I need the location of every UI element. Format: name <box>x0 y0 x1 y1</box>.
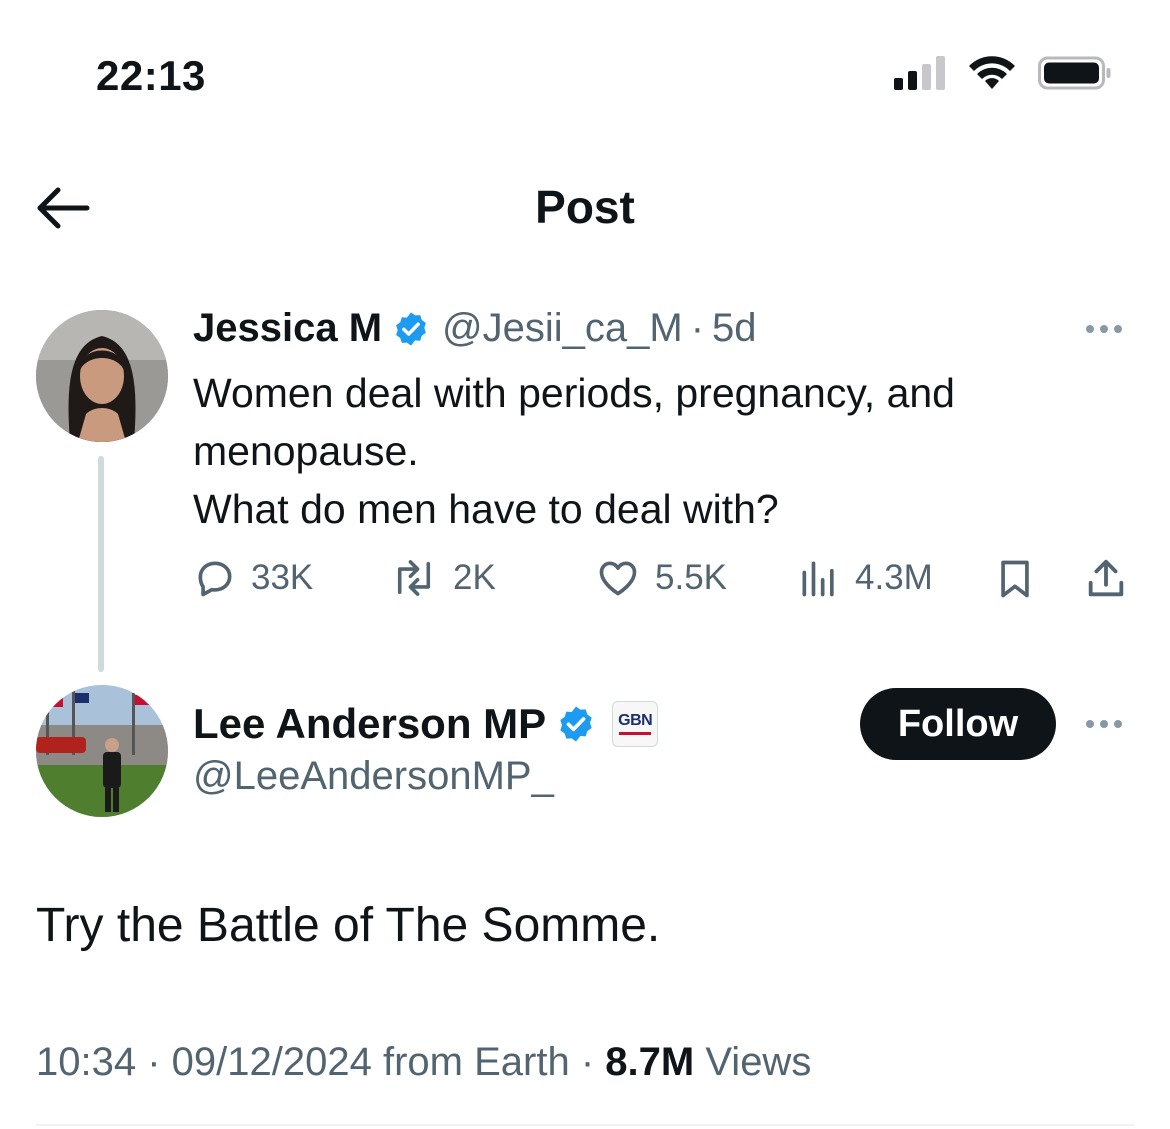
repost-count: 2K <box>453 558 496 597</box>
thread-line <box>98 456 104 672</box>
wifi-icon <box>969 56 1015 89</box>
status-icons <box>894 56 1112 90</box>
reply-icon <box>198 561 232 597</box>
reply-count: 33K <box>251 558 314 597</box>
separator: · <box>690 306 705 350</box>
tweet-text-line: What do men have to deal with? <box>193 486 779 532</box>
like-button[interactable]: 5.5K <box>595 556 727 600</box>
like-count: 5.5K <box>655 558 727 597</box>
page-title: Post <box>535 181 635 233</box>
views-label[interactable]: Views <box>705 1040 811 1084</box>
tweet-meta: 10:34 · 09/12/2024 from Earth · 8.7M Vie… <box>36 1040 812 1084</box>
affiliation-badge-icon[interactable]: GBN <box>612 701 659 747</box>
views-count[interactable]: 8.7M <box>605 1040 694 1084</box>
heart-icon <box>599 561 637 596</box>
tweet-header: Jessica M @Jesii_ca_M · 5d <box>193 306 757 351</box>
share-icon <box>1088 559 1124 597</box>
share-button[interactable] <box>1083 556 1129 602</box>
battery-icon <box>1038 56 1111 90</box>
more-options-icon[interactable] <box>1086 325 1122 333</box>
status-time: 22:13 <box>96 52 206 99</box>
reply-button[interactable]: 33K <box>193 556 313 600</box>
post-time: 10:34 <box>36 1040 137 1084</box>
verified-badge-icon[interactable] <box>392 310 430 348</box>
post-date: 09/12/2024 <box>171 1040 372 1084</box>
avatar[interactable] <box>36 685 168 817</box>
post-age[interactable]: 5d <box>712 306 757 351</box>
divider <box>36 1124 1134 1126</box>
analytics-icon <box>802 561 834 597</box>
cellular-signal-icon <box>894 56 945 90</box>
repost-icon <box>397 560 431 596</box>
author-handle[interactable]: @Jesii_ca_M <box>442 306 683 351</box>
author-name[interactable]: Jessica M <box>193 306 382 351</box>
verified-badge-icon[interactable] <box>556 704 596 744</box>
views-count: 4.3M <box>855 558 933 597</box>
affiliation-badge-label: GBN <box>618 712 653 729</box>
tweet-actions: 33K 2K 5.5K 4.3M <box>193 556 1133 608</box>
post-source: from Earth <box>383 1040 570 1084</box>
tweet-text-line: Women deal with periods, pregnancy, and … <box>193 370 955 474</box>
author-handle[interactable]: @LeeAndersonMP_ <box>193 754 554 799</box>
views-button[interactable]: 4.3M <box>797 556 933 600</box>
avatar[interactable] <box>36 310 168 442</box>
reply-author-row: Lee Anderson MP GBN <box>193 700 659 748</box>
bookmark-icon <box>1001 560 1029 598</box>
tweet-text: Women deal with periods, pregnancy, and … <box>193 364 1133 538</box>
bookmark-button[interactable] <box>993 556 1037 602</box>
repost-button[interactable]: 2K <box>389 556 496 600</box>
author-name[interactable]: Lee Anderson MP <box>193 700 546 748</box>
more-options-icon[interactable] <box>1086 720 1122 728</box>
tweet-text: Try the Battle of The Somme. <box>36 899 661 952</box>
follow-button[interactable]: Follow <box>860 688 1056 760</box>
